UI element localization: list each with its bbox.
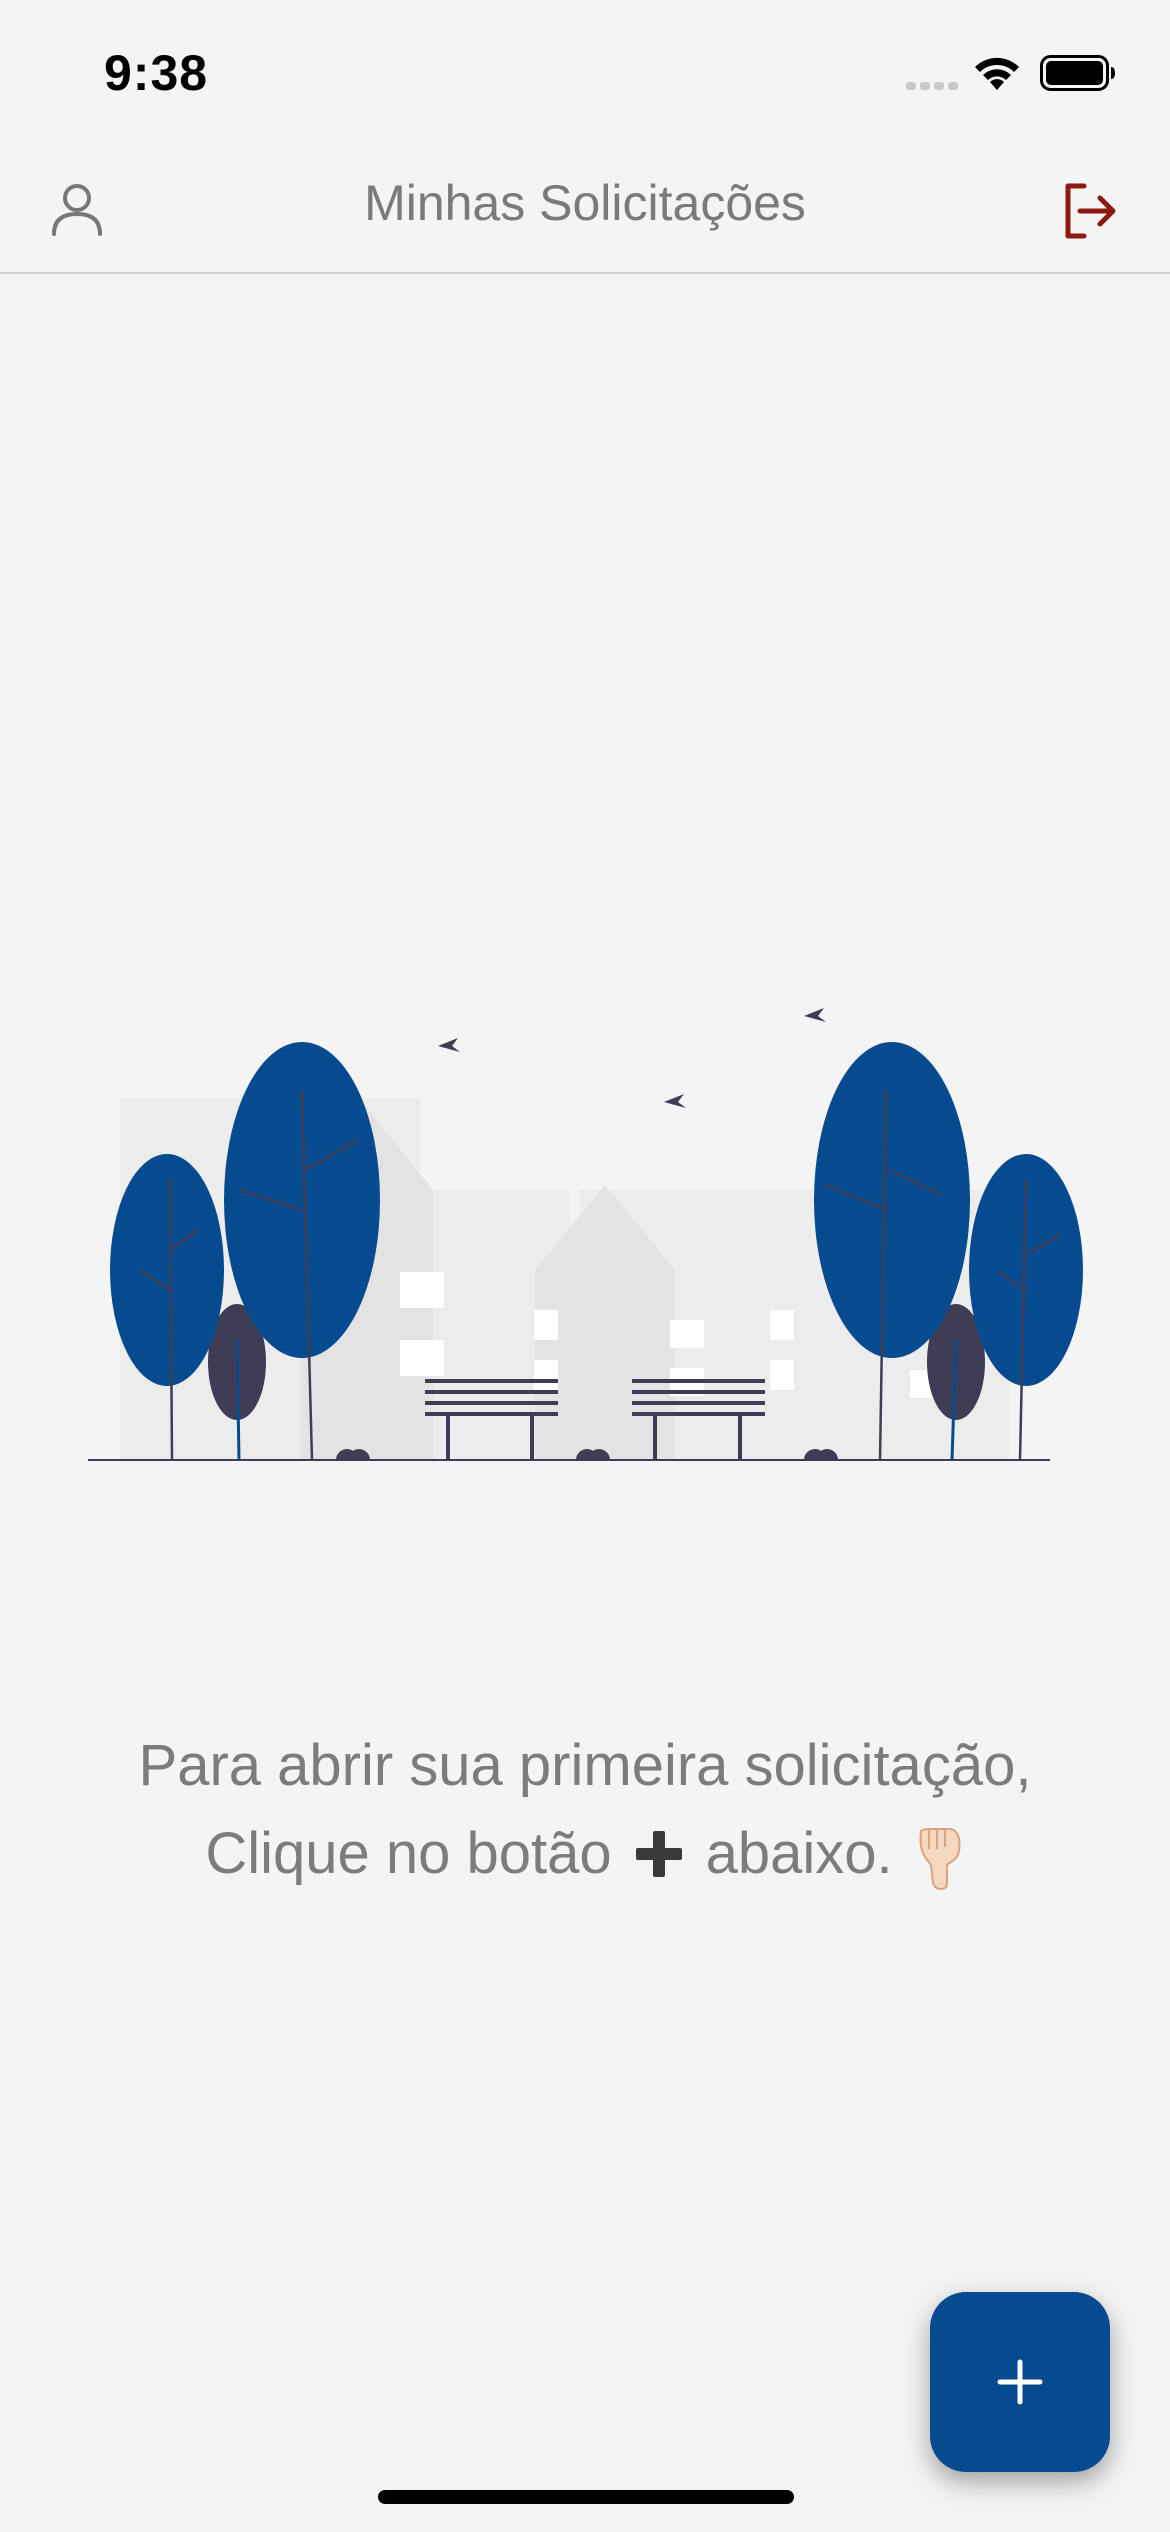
plus-icon (997, 2359, 1043, 2405)
empty-state-line-1: Para abrir sua primeira solicitação, (138, 1733, 1032, 1798)
page-title: Minhas Solicitações (364, 175, 806, 231)
nav-bar: Minhas Solicitações (0, 140, 1170, 274)
empty-state-line-2-end: abaixo. (705, 1821, 893, 1886)
wifi-icon (975, 57, 1019, 90)
empty-state-line-2-start: Clique no botão (205, 1821, 612, 1886)
add-request-button[interactable] (930, 2292, 1110, 2472)
logout-icon[interactable] (1060, 180, 1122, 242)
empty-state-message: Para abrir sua primeira solicitação, Cli… (0, 1722, 1170, 1898)
empty-state-line-2: Clique no botão abaixo. (0, 1810, 1170, 1898)
battery-icon (1040, 55, 1115, 91)
status-bar: 9:38 (0, 0, 1170, 140)
park-city-illustration (88, 1008, 1083, 1461)
pointing-down-hand-icon (919, 1828, 961, 1891)
home-indicator[interactable] (378, 2490, 794, 2504)
status-time: 9:38 (104, 45, 209, 101)
cellular-signal-icon (906, 82, 958, 90)
plus-icon (635, 1831, 682, 1877)
